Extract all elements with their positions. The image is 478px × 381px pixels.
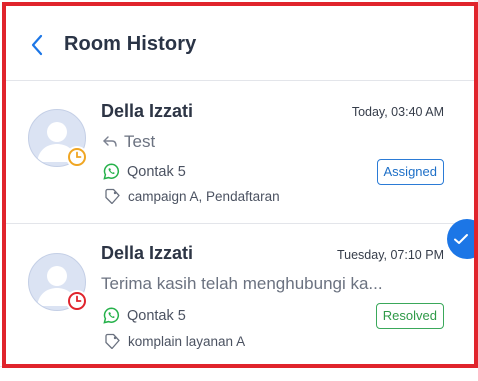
page-title: Room History xyxy=(64,33,197,55)
last-message: Test xyxy=(102,132,155,152)
channel: Qontak 5 xyxy=(103,163,186,180)
channel-label: Qontak 5 xyxy=(127,307,186,324)
status-badge: Resolved xyxy=(375,303,444,329)
room-list-item[interactable]: Della Izzati Tuesday, 07:10 PM Terima ka… xyxy=(6,224,474,364)
contact-name: Della Izzati xyxy=(101,101,194,121)
status-indicator xyxy=(66,146,88,168)
channel: Qontak 5 xyxy=(103,307,186,324)
tags: campaign A, Pendaftaran xyxy=(103,188,280,204)
panel-header: Room History xyxy=(6,6,474,81)
last-message-text: Test xyxy=(124,132,156,151)
last-message: Terima kasih telah menghubungi ka... xyxy=(101,274,383,293)
clock-icon xyxy=(68,292,86,310)
tags-label: campaign A, Pendaftaran xyxy=(128,188,280,204)
whatsapp-icon xyxy=(103,163,120,180)
tags-label: komplain layanan A xyxy=(128,333,246,349)
status-indicator xyxy=(66,290,88,312)
channel-label: Qontak 5 xyxy=(127,163,186,180)
status-badge: Assigned xyxy=(376,159,444,185)
tag-icon xyxy=(105,188,120,204)
reply-icon xyxy=(103,136,117,147)
bottom-area xyxy=(0,366,478,381)
contact-name: Della Izzati xyxy=(101,243,194,263)
check-icon xyxy=(454,234,468,244)
chevron-left-icon xyxy=(31,34,43,56)
timestamp: Tuesday, 07:10 PM xyxy=(336,248,444,262)
tags: komplain layanan A xyxy=(103,333,245,349)
whatsapp-icon xyxy=(103,307,120,324)
tag-icon xyxy=(105,333,120,349)
clock-icon xyxy=(68,148,86,166)
room-history-panel: Room History Della Izzati Today, 03:40 A… xyxy=(2,2,478,368)
back-button[interactable] xyxy=(24,30,50,60)
room-list-item[interactable]: Della Izzati Today, 03:40 AM Test Qontak… xyxy=(6,81,474,224)
timestamp: Today, 03:40 AM xyxy=(351,105,444,119)
